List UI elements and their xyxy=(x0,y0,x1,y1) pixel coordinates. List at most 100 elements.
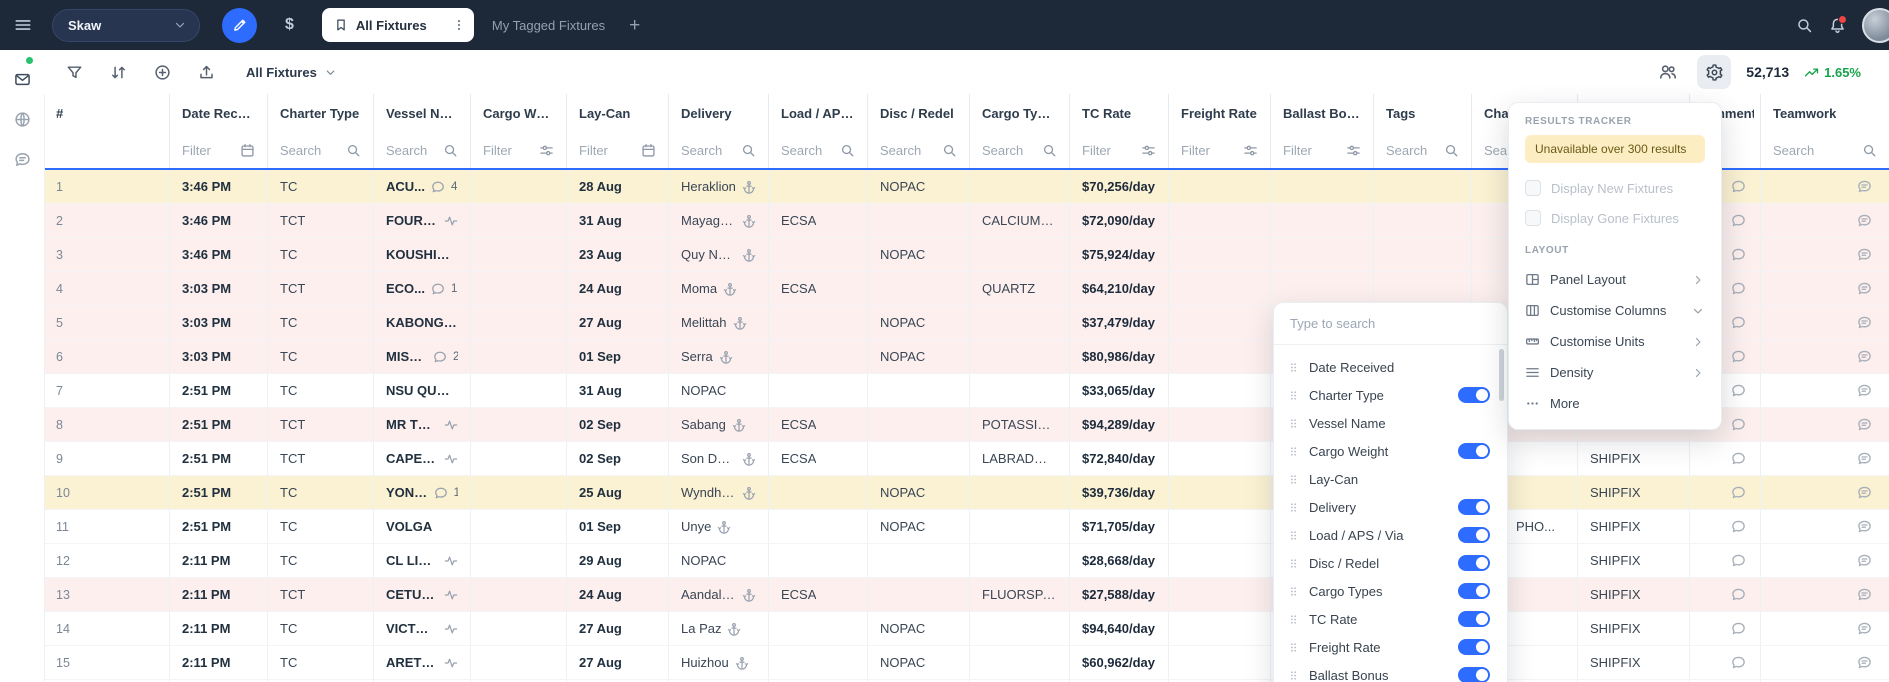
column-header-disc_redel[interactable]: Disc / Redel xyxy=(868,94,970,132)
menu-item-panel-layout[interactable]: Panel Layout xyxy=(1509,264,1721,295)
menu-item-customise-units[interactable]: Customise Units xyxy=(1509,326,1721,357)
filter-input-ballast_bonus[interactable] xyxy=(1283,143,1340,158)
column-header-laycan[interactable]: Lay-Can xyxy=(567,94,669,132)
sort-button[interactable] xyxy=(104,58,132,86)
column-toggle-row-cargo-weight[interactable]: Cargo Weight xyxy=(1274,437,1507,465)
columns-search-input[interactable] xyxy=(1274,303,1507,344)
column-visibility-toggle[interactable] xyxy=(1458,583,1490,599)
cell-laycan: 27 Aug xyxy=(567,306,669,339)
filter-button[interactable] xyxy=(60,58,88,86)
settings-button[interactable] xyxy=(1697,55,1731,89)
compose-button[interactable] xyxy=(222,8,257,43)
column-toggle-row-ballast-bonus[interactable]: Ballast Bonus xyxy=(1274,661,1507,682)
column-visibility-toggle[interactable] xyxy=(1458,527,1490,543)
add-tab-button[interactable]: + xyxy=(623,16,646,35)
filter-charter_type xyxy=(268,132,374,168)
notifications-button[interactable] xyxy=(1829,17,1846,34)
filter-input-freight_rate[interactable] xyxy=(1181,143,1237,158)
column-visibility-toggle[interactable] xyxy=(1458,639,1490,655)
column-visibility-toggle[interactable] xyxy=(1458,611,1490,627)
view-selector[interactable]: All Fixtures xyxy=(240,64,343,81)
chat-icon xyxy=(1857,213,1872,228)
filter-input-disc_redel[interactable] xyxy=(880,143,936,158)
filter-input-charter_type[interactable] xyxy=(280,143,340,158)
menu-item-density[interactable]: Density xyxy=(1509,357,1721,388)
column-visibility-toggle[interactable] xyxy=(1458,555,1490,571)
column-header-vessel[interactable]: Vessel Name xyxy=(374,94,471,132)
column-toggle-row-lay-can[interactable]: Lay-Can xyxy=(1274,465,1507,493)
table-row-15[interactable]: 152:11 PMTCARETH...27 AugHuizhouNOPAC$60… xyxy=(44,646,1889,680)
table-row-11[interactable]: 112:51 PMTCVOLGA01 SepUnyeNOPAC$71,705/d… xyxy=(44,510,1889,544)
column-header-tags[interactable]: Tags xyxy=(1374,94,1472,132)
add-fixture-button[interactable] xyxy=(148,58,176,86)
table-row-14[interactable]: 142:11 PMTCVICTORI...27 AugLa PazNOPAC$9… xyxy=(44,612,1889,646)
sidebar-mail-button[interactable] xyxy=(7,66,37,92)
column-toggle-row-tc-rate[interactable]: TC Rate xyxy=(1274,605,1507,633)
column-header-delivery[interactable]: Delivery xyxy=(669,94,769,132)
filter-input-laycan[interactable] xyxy=(579,143,635,158)
table-row-12[interactable]: 122:11 PMTCCL LINDY29 AugNOPAC$28,668/da… xyxy=(44,544,1889,578)
column-toggle-row-cargo-types[interactable]: Cargo Types xyxy=(1274,577,1507,605)
column-toggle-row-freight-rate[interactable]: Freight Rate xyxy=(1274,633,1507,661)
cell-cargo_weight xyxy=(471,204,567,237)
global-search-button[interactable] xyxy=(1796,17,1813,34)
hamburger-menu-button[interactable] xyxy=(14,16,32,34)
column-header-index[interactable]: # xyxy=(44,94,170,132)
filter-input-vessel[interactable] xyxy=(386,143,437,158)
filter-input-date_received[interactable] xyxy=(182,143,234,158)
export-button[interactable] xyxy=(192,58,220,86)
column-header-load_aps[interactable]: Load / APS / Via xyxy=(769,94,868,132)
checkbox-row-display-new-fixtures[interactable]: Display New Fixtures xyxy=(1509,173,1721,203)
column-header-teamwork[interactable]: Teamwork xyxy=(1761,94,1889,132)
filter-input-cargo_weight[interactable] xyxy=(483,143,533,158)
column-header-charter_type[interactable]: Charter Type xyxy=(268,94,374,132)
table-row-9[interactable]: 92:51 PMTCTCAPE H...02 SepSon DuongECSAL… xyxy=(44,442,1889,476)
cell-disc_redel: NOPAC xyxy=(868,238,970,271)
columns-panel-scrollbar[interactable] xyxy=(1499,349,1504,401)
column-visibility-toggle[interactable] xyxy=(1458,387,1490,403)
cell-cargo_weight xyxy=(471,272,567,305)
column-toggle-row-delivery[interactable]: Delivery xyxy=(1274,493,1507,521)
column-header-cargo_types[interactable]: Cargo Types xyxy=(970,94,1070,132)
checkbox-row-display-gone-fixtures[interactable]: Display Gone Fixtures xyxy=(1509,203,1721,233)
filter-input-teamwork[interactable] xyxy=(1773,143,1856,158)
checkbox[interactable] xyxy=(1525,180,1541,196)
sidebar-market-button[interactable] xyxy=(7,106,37,132)
column-toggle-row-charter-type[interactable]: Charter Type xyxy=(1274,381,1507,409)
tab-my-tagged-fixtures[interactable]: My Tagged Fixtures xyxy=(476,18,621,33)
column-visibility-toggle[interactable] xyxy=(1458,499,1490,515)
column-toggle-row-load-aps-via[interactable]: Load / APS / Via xyxy=(1274,521,1507,549)
column-header-cargo_weight[interactable]: Cargo Weight xyxy=(471,94,567,132)
checkbox[interactable] xyxy=(1525,210,1541,226)
column-toggle-row-date-received[interactable]: Date Received xyxy=(1274,353,1507,381)
table-row-10[interactable]: 102:51 PMTCYONG J...125 AugWyndhamNOPAC$… xyxy=(44,476,1889,510)
cell-cargo_types xyxy=(970,612,1070,645)
filter-input-delivery[interactable] xyxy=(681,143,735,158)
cell-delivery: Wyndham xyxy=(669,476,769,509)
filter-input-load_aps[interactable] xyxy=(781,143,834,158)
menu-item-customise-columns[interactable]: Customise Columns xyxy=(1509,295,1721,326)
tab-options-icon[interactable] xyxy=(452,18,466,32)
column-visibility-toggle[interactable] xyxy=(1458,443,1490,459)
menu-item-more[interactable]: More xyxy=(1509,388,1721,419)
user-avatar[interactable] xyxy=(1862,8,1889,43)
table-row-13[interactable]: 132:11 PMTCTCETUS ...24 AugAandalsnesECS… xyxy=(44,578,1889,612)
share-users-button[interactable] xyxy=(1654,58,1682,86)
activity-icon xyxy=(444,214,458,228)
column-toggle-row-disc-redel[interactable]: Disc / Redel xyxy=(1274,549,1507,577)
drag-handle-icon xyxy=(1287,389,1300,402)
column-header-freight_rate[interactable]: Freight Rate xyxy=(1169,94,1271,132)
chat-icon xyxy=(1857,587,1872,602)
workspace-selector[interactable]: Skaw xyxy=(52,9,200,42)
filter-input-tags[interactable] xyxy=(1386,143,1438,158)
sidebar-chat-button[interactable] xyxy=(7,146,37,172)
column-toggle-row-vessel-name[interactable]: Vessel Name xyxy=(1274,409,1507,437)
column-header-date_received[interactable]: Date Received xyxy=(170,94,268,132)
filter-input-cargo_types[interactable] xyxy=(982,143,1036,158)
column-header-ballast_bonus[interactable]: Ballast Bonus xyxy=(1271,94,1374,132)
column-header-tc_rate[interactable]: TC Rate xyxy=(1070,94,1169,132)
column-visibility-toggle[interactable] xyxy=(1458,667,1490,682)
tab-all-fixtures[interactable]: All Fixtures xyxy=(322,8,474,42)
filter-input-tc_rate[interactable] xyxy=(1082,143,1135,158)
currency-button[interactable]: $ xyxy=(279,15,300,35)
